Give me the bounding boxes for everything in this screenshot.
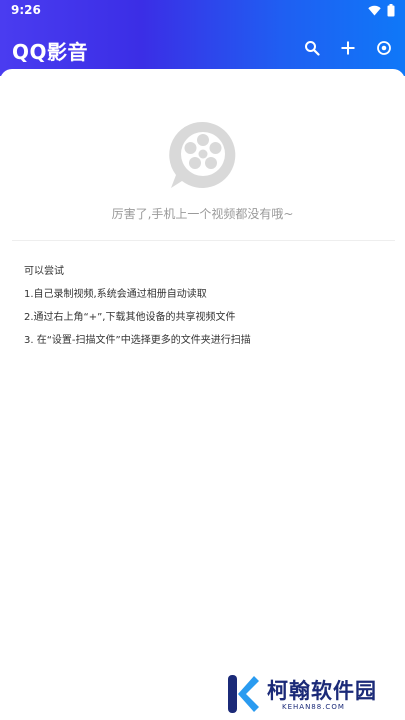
app-header: 9:26 QQ影音 [0, 0, 405, 76]
tip-item: 2.通过右上角“+”,下载其他设备的共享视频文件 [24, 312, 236, 323]
empty-message: 厉害了,手机上一个视频都没有哦~ [111, 207, 294, 221]
settings-button[interactable] [373, 37, 395, 59]
header-toolbar [301, 37, 395, 59]
tip-item: 3. 在“设置-扫描文件”中选择更多的文件夹进行扫描 [24, 335, 251, 346]
tips-section: 可以尝试 1.自己录制视频,系统会通过相册自动读取 2.通过右上角“+”,下载其… [24, 266, 384, 358]
film-reel-icon [169, 121, 236, 188]
status-time: 9:26 [11, 3, 41, 17]
tips-title: 可以尝试 [24, 266, 64, 277]
watermark: 柯翰软件园 KEHAN88.COM [226, 673, 396, 715]
status-icons [368, 4, 395, 17]
battery-icon [387, 4, 395, 17]
wifi-icon [368, 5, 381, 16]
search-button[interactable] [301, 37, 323, 59]
status-bar: 9:26 [0, 0, 405, 22]
target-icon [377, 41, 391, 55]
add-button[interactable] [337, 37, 359, 59]
plus-icon [341, 41, 355, 55]
watermark-logo-icon [228, 675, 259, 713]
watermark-url: KEHAN88.COM [282, 703, 345, 711]
tip-item: 1.自己录制视频,系统会通过相册自动读取 [24, 289, 207, 300]
search-icon [305, 41, 320, 56]
app-title: QQ影音 [12, 40, 89, 64]
watermark-brand: 柯翰软件园 [267, 679, 377, 703]
divider [12, 240, 395, 241]
